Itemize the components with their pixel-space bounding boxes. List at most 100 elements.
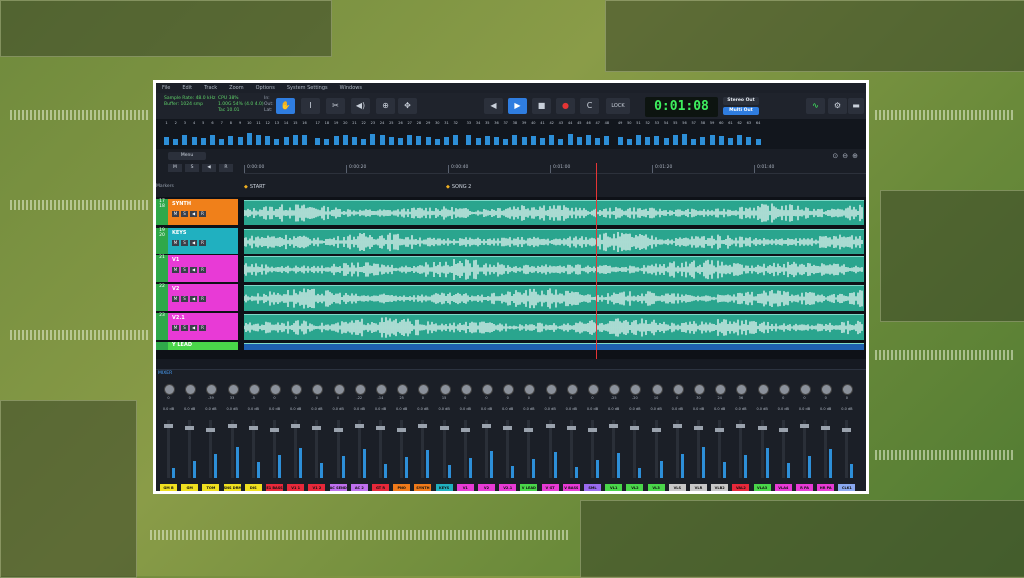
channel-label[interactable]: TOM (202, 484, 220, 491)
pan-knob[interactable] (842, 384, 854, 395)
global-solo-button[interactable]: S (185, 164, 199, 172)
track-solo-button[interactable]: S (181, 296, 188, 302)
channel-label[interactable]: SYNTH (414, 484, 432, 491)
volume-fader-handle[interactable] (354, 424, 364, 428)
pan-knob[interactable] (566, 384, 578, 395)
channel-label[interactable]: VLB2 (711, 484, 729, 491)
channel-label[interactable]: V2.1 (499, 484, 517, 491)
pan-knob[interactable] (630, 384, 642, 395)
volume-fader-handle[interactable] (694, 426, 703, 430)
global-monitor-button[interactable]: ◀ (202, 164, 216, 172)
volume-fader-track[interactable] (294, 420, 298, 478)
volume-fader-handle[interactable] (248, 426, 258, 430)
track-mute-button[interactable]: M (172, 296, 179, 302)
channel-label[interactable]: PNO (393, 484, 411, 491)
select-tool-button[interactable]: I (301, 98, 320, 114)
track-solo-button[interactable]: S (181, 267, 188, 273)
audio-clip[interactable] (244, 256, 864, 282)
track-monitor-button[interactable]: ◀ (190, 240, 197, 246)
zoom-in-icon[interactable]: ⊕ (852, 152, 858, 160)
pan-knob[interactable] (524, 384, 536, 395)
volume-fader-handle[interactable] (757, 426, 767, 430)
volume-fader-handle[interactable] (397, 428, 407, 432)
menu-zoom[interactable]: Zoom (229, 83, 243, 93)
pan-knob[interactable] (418, 384, 430, 395)
track-solo-button[interactable]: S (181, 240, 188, 246)
record-button[interactable]: ● (556, 98, 575, 114)
volume-fader-handle[interactable] (715, 428, 725, 432)
track-header[interactable]: KEYS M S ◀ R (168, 228, 238, 254)
volume-fader-track[interactable] (357, 420, 361, 478)
volume-fader-handle[interactable] (312, 426, 322, 430)
track-monitor-button[interactable]: ◀ (190, 296, 197, 302)
volume-fader-track[interactable] (548, 420, 552, 478)
volume-fader-handle[interactable] (376, 426, 385, 430)
channel-label[interactable]: V BASS (562, 484, 580, 491)
volume-fader-handle[interactable] (566, 426, 576, 430)
volume-fader-handle[interactable] (630, 426, 640, 430)
volume-fader-handle[interactable] (672, 424, 682, 428)
audio-clip[interactable] (244, 229, 864, 254)
volume-fader-handle[interactable] (800, 424, 809, 428)
channel-label[interactable]: V1 1 (287, 484, 305, 491)
hand-tool-button[interactable]: ✋ (276, 98, 295, 114)
channel-label[interactable]: V1 2 (308, 484, 326, 491)
track-solo-button[interactable]: S (181, 325, 188, 331)
volume-fader-track[interactable] (167, 420, 170, 478)
pan-knob[interactable] (757, 384, 769, 395)
rewind-button[interactable]: ◀ (484, 98, 503, 114)
track-solo-button[interactable]: S (181, 211, 188, 217)
volume-fader-handle[interactable] (270, 428, 279, 432)
track-monitor-button[interactable]: ◀ (190, 211, 197, 217)
track-mute-button[interactable]: M (172, 240, 179, 246)
global-record-button[interactable]: R (219, 164, 233, 172)
volume-fader-track[interactable] (230, 420, 234, 478)
channel-label[interactable]: E1 BASS (266, 484, 283, 491)
pan-knob[interactable] (651, 384, 663, 395)
volume-fader-handle[interactable] (418, 424, 428, 428)
channel-label[interactable]: GM B (160, 484, 177, 491)
track-record-button[interactable]: R (199, 267, 206, 273)
pan-knob[interactable] (800, 384, 811, 395)
volume-fader-handle[interactable] (651, 428, 661, 432)
volume-fader-handle[interactable] (439, 426, 449, 430)
pan-knob[interactable] (397, 384, 409, 395)
channel-label[interactable]: V1 (456, 484, 474, 491)
volume-fader-handle[interactable] (524, 428, 534, 432)
move-tool-button[interactable]: ✥ (398, 98, 417, 114)
channel-label[interactable]: VAL2 (732, 484, 750, 491)
track-monitor-button[interactable]: ◀ (190, 267, 197, 273)
volume-fader-handle[interactable] (333, 428, 343, 432)
channel-label[interactable]: GM (181, 484, 199, 491)
marker-start[interactable]: START (244, 184, 265, 190)
volume-fader-handle[interactable] (460, 428, 470, 432)
volume-fader-handle[interactable] (609, 424, 619, 428)
pan-knob[interactable] (672, 384, 684, 395)
channel-label[interactable]: VLS (668, 484, 686, 491)
channel-label[interactable]: VL3 (647, 484, 665, 491)
pan-knob[interactable] (248, 384, 260, 395)
pan-knob[interactable] (333, 384, 345, 395)
volume-fader-handle[interactable] (821, 426, 831, 430)
channel-label[interactable]: SML (584, 484, 601, 491)
channel-label[interactable]: VL2 (626, 484, 644, 491)
volume-fader-handle[interactable] (736, 424, 746, 428)
audio-clip[interactable] (244, 285, 864, 311)
track-row[interactable]: 23 V2.1 M S ◀ R (156, 313, 866, 340)
loop-button[interactable]: C (580, 98, 599, 114)
pan-knob[interactable] (354, 384, 366, 395)
channel-label[interactable]: V2 (478, 484, 495, 491)
channel-label[interactable]: SNS DRM (223, 484, 241, 491)
pan-knob[interactable] (291, 384, 303, 395)
volume-fader-track[interactable] (485, 420, 488, 478)
channel-label[interactable]: VLA4 (774, 484, 792, 491)
zoom-fit-icon[interactable]: ⊙ (832, 152, 838, 160)
volume-fader-handle[interactable] (185, 426, 195, 430)
volume-fader-handle[interactable] (164, 424, 173, 428)
lock-button[interactable]: LOCK (606, 98, 630, 114)
volume-fader-handle[interactable] (227, 424, 237, 428)
pan-knob[interactable] (227, 384, 239, 395)
track-monitor-button[interactable]: ◀ (190, 325, 197, 331)
menu-windows[interactable]: Windows (340, 83, 362, 93)
pan-knob[interactable] (545, 384, 557, 395)
